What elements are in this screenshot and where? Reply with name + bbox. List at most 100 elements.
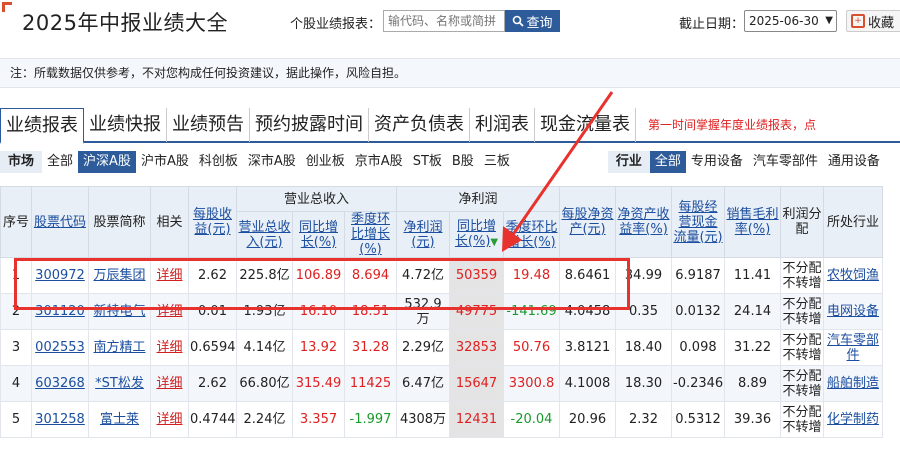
market-star[interactable]: 科创板 — [194, 151, 243, 173]
cell-industry[interactable]: 汽车零部件 — [823, 329, 884, 366]
cell-eps: 0.6594 — [188, 329, 237, 366]
cell-index: 4 — [0, 365, 32, 402]
cell-profit: 4308万 — [396, 401, 450, 438]
page-title: 2025年中报业绩大全 — [22, 11, 228, 35]
col-eps[interactable]: 每股收益(元) — [188, 186, 237, 258]
cell-roe: 18.40 — [615, 329, 673, 366]
filter-bar: 市场 全部 沪深A股 沪市A股 科创板 深市A股 创业板 京市A股 ST板 B股… — [0, 149, 900, 175]
cell-index: 1 — [0, 257, 32, 294]
market-sh-a[interactable]: 沪市A股 — [136, 151, 194, 173]
market-hs-a[interactable]: 沪深A股 — [78, 151, 136, 173]
cell-bvps: 4.0458 — [559, 293, 617, 330]
col-profit-yoy[interactable]: 同比增长(%)▼ — [449, 211, 504, 258]
col-dividend: 利润分配 — [780, 186, 825, 258]
tab-performance-express[interactable]: 业绩快报 — [84, 108, 167, 142]
cell-index: 5 — [0, 401, 32, 438]
promo-link[interactable]: 第一时间掌握年度业绩报表，点 — [636, 108, 816, 141]
cell-profit: 4.72亿 — [396, 257, 450, 294]
cell-detail-link[interactable]: 详细 — [150, 365, 189, 402]
cell-profit-qoq: -141.69 — [502, 293, 561, 330]
cell-profit-yoy: 15647 — [449, 365, 504, 402]
cell-eps: 2.62 — [188, 365, 237, 402]
cell-industry[interactable]: 船舶制造 — [823, 365, 884, 402]
cell-industry[interactable]: 电网设备 — [823, 293, 884, 330]
market-chinext[interactable]: 创业板 — [301, 151, 350, 173]
cell-revenue: 1.93亿 — [236, 293, 293, 330]
search-button[interactable]: 查询 — [505, 10, 560, 32]
col-profit-qoq[interactable]: 季度环比增长(%) — [502, 211, 561, 258]
cell-detail-link[interactable]: 详细 — [150, 401, 189, 438]
cell-industry[interactable]: 农牧饲渔 — [823, 257, 884, 294]
cell-dividend: 不分配不转增 — [780, 401, 825, 438]
col-ocfps[interactable]: 每股经营现金流量(元) — [671, 186, 726, 258]
tab-disclosure-schedule[interactable]: 预约披露时间 — [250, 108, 369, 142]
cell-profit-yoy: 32853 — [449, 329, 504, 366]
performance-table: 序号 股票代码 股票简称 相关 每股收益(元) 营业总收入 净利润 每股净资产(… — [0, 186, 900, 463]
date-select[interactable]: 2025-06-30 ▼ — [744, 10, 837, 32]
cell-industry[interactable]: 化学制药 — [823, 401, 884, 438]
cell-eps: 0.01 — [188, 293, 237, 330]
cell-name[interactable]: 万辰集团 — [88, 257, 151, 294]
table-row: 2 301120 新特电气 详细 0.01 1.93亿 16.10 18.51 532.9万 49… — [0, 293, 900, 330]
search-icon — [513, 15, 525, 27]
table-row: 5 301258 富士莱 详细 0.4744 2.24亿 3.357 -1.997 4308万 1… — [0, 401, 900, 438]
date-label: 截止日期： — [679, 17, 745, 32]
cell-code[interactable]: 301120 — [31, 293, 89, 330]
market-sz-a[interactable]: 深市A股 — [243, 151, 301, 173]
cell-name[interactable]: 新特电气 — [88, 293, 151, 330]
cell-revenue-yoy: 106.89 — [292, 257, 345, 294]
cell-profit-yoy: 49775 — [449, 293, 504, 330]
stock-search-input[interactable] — [383, 10, 505, 32]
market-b[interactable]: B股 — [447, 151, 479, 173]
tab-cash-flow[interactable]: 现金流量表 — [535, 108, 636, 142]
cell-code[interactable]: 603268 — [31, 365, 89, 402]
col-revenue[interactable]: 营业总收入(元) — [236, 211, 293, 258]
market-filter-head: 市场 — [0, 151, 43, 173]
industry-auto-parts[interactable]: 汽车零部件 — [748, 151, 823, 173]
cell-profit-yoy: 50359 — [449, 257, 504, 294]
col-profit[interactable]: 净利润(元) — [396, 211, 450, 258]
cell-code[interactable]: 002553 — [31, 329, 89, 366]
cell-roe: 2.32 — [615, 401, 673, 438]
cell-dividend: 不分配不转增 — [780, 365, 825, 402]
col-roe[interactable]: 净资产收益率(%) — [615, 186, 673, 258]
market-all[interactable]: 全部 — [42, 151, 78, 173]
market-bj-a[interactable]: 京市A股 — [350, 151, 408, 173]
cell-bvps: 4.1008 — [559, 365, 617, 402]
logo-corner-icon — [2, 2, 12, 12]
cell-code[interactable]: 301258 — [31, 401, 89, 438]
cell-code[interactable]: 300972 — [31, 257, 89, 294]
tab-performance-report[interactable]: 业绩报表 — [0, 108, 84, 144]
tab-income-statement[interactable]: 利润表 — [470, 108, 535, 142]
cell-name[interactable]: 南方精工 — [88, 329, 151, 366]
favorite-button-label: 收藏 — [868, 15, 895, 31]
cell-revenue: 2.24亿 — [236, 401, 293, 438]
cell-dividend: 不分配不转增 — [780, 293, 825, 330]
tab-performance-forecast[interactable]: 业绩预告 — [167, 108, 250, 142]
market-st[interactable]: ST板 — [408, 151, 447, 173]
cell-dividend: 不分配不转增 — [780, 329, 825, 366]
industry-special-equipment[interactable]: 专用设备 — [686, 151, 748, 173]
table-row: 4 603268 *ST松发 详细 2.62 66.80亿 315.49 11425 6.47亿… — [0, 365, 900, 402]
cell-ocfps: 6.9187 — [671, 257, 726, 294]
cell-roe: 34.99 — [615, 257, 673, 294]
industry-general-equipment[interactable]: 通用设备 — [823, 151, 885, 173]
col-code[interactable]: 股票代码 — [31, 186, 89, 258]
tab-balance-sheet[interactable]: 资产负债表 — [369, 108, 470, 142]
col-gross-margin[interactable]: 销售毛利率(%) — [724, 186, 782, 258]
cell-name[interactable]: *ST松发 — [88, 365, 151, 402]
favorite-button[interactable]: + 收藏 — [846, 10, 900, 32]
cell-detail-link[interactable]: 详细 — [150, 329, 189, 366]
market-neeq[interactable]: 三板 — [479, 151, 515, 173]
col-related: 相关 — [150, 186, 189, 258]
cell-detail-link[interactable]: 详细 — [150, 293, 189, 330]
cell-ocfps: -0.2346 — [671, 365, 726, 402]
cell-detail-link[interactable]: 详细 — [150, 257, 189, 294]
industry-all[interactable]: 全部 — [649, 151, 686, 173]
cell-revenue-qoq: 8.694 — [344, 257, 397, 294]
col-revenue-qoq[interactable]: 季度环比增长(%) — [344, 211, 397, 258]
col-revenue-yoy[interactable]: 同比增长(%) — [292, 211, 345, 258]
sort-desc-icon: ▼ — [490, 237, 499, 248]
cell-name[interactable]: 富士莱 — [88, 401, 151, 438]
col-bvps[interactable]: 每股净资产(元) — [559, 186, 617, 258]
